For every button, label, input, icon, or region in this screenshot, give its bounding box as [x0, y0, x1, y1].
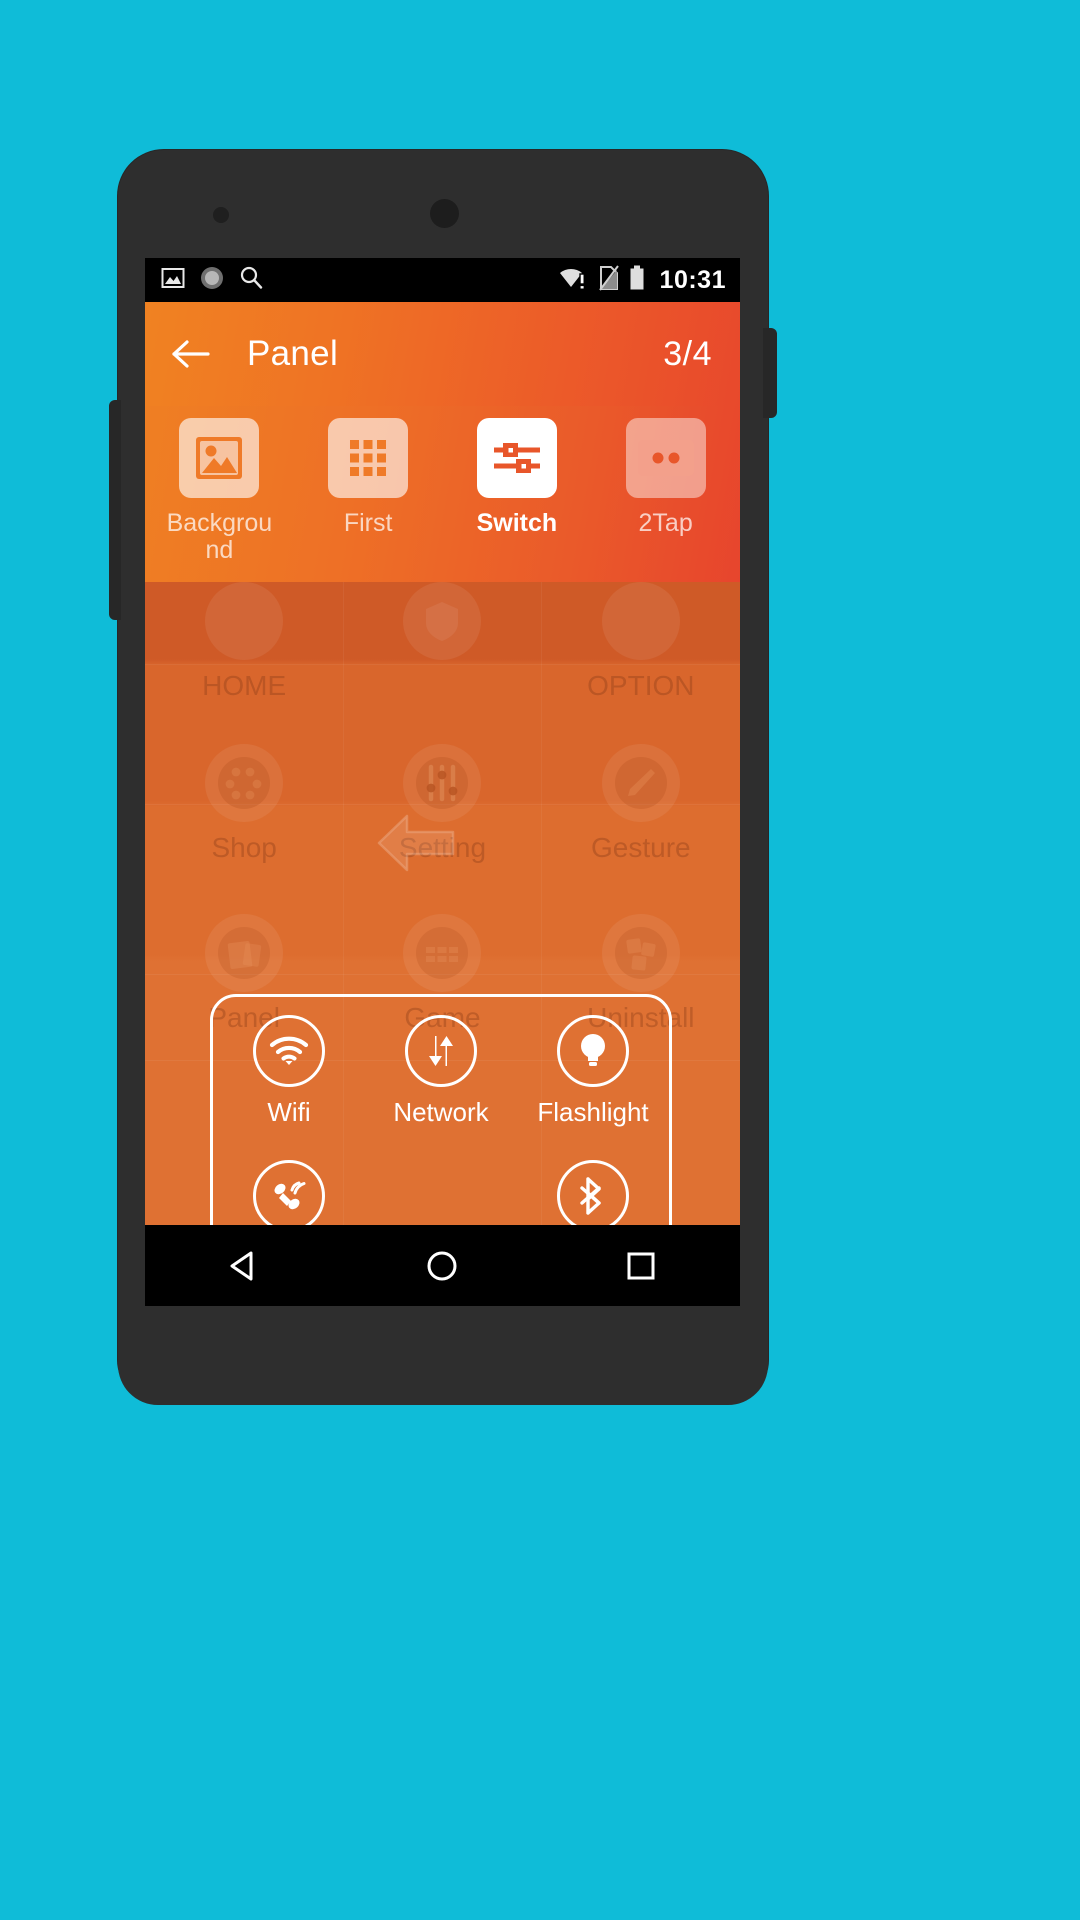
- back-arrow-icon[interactable]: [171, 337, 211, 371]
- bluetooth-icon: [557, 1159, 629, 1225]
- satellite-icon: [253, 1159, 325, 1225]
- switch-item-network[interactable]: Network: [365, 1007, 517, 1152]
- tab-first[interactable]: First: [294, 418, 443, 537]
- power-button[interactable]: [763, 328, 777, 418]
- proximity-sensor-icon: [213, 207, 229, 223]
- search-icon: [239, 265, 264, 295]
- cursor-arrow-icon: [377, 812, 455, 874]
- screenshot-root: 10:31 Panel 3/4 Background First Switch …: [0, 0, 1080, 1920]
- image-icon: [161, 266, 185, 295]
- ghost-cell: Shop: [145, 732, 343, 864]
- switch-item-wifi[interactable]: Wifi: [213, 1007, 365, 1152]
- brush-icon: [601, 744, 680, 822]
- tab-2tap[interactable]: 2Tap: [591, 418, 740, 537]
- circle-home-icon[interactable]: [410, 1240, 474, 1292]
- tab-switch[interactable]: Switch: [443, 418, 592, 537]
- two-tap-icon: [625, 418, 706, 498]
- phone-screen: 10:31 Panel 3/4 Background First Switch …: [145, 258, 740, 1306]
- blocks-icon: [601, 914, 680, 992]
- tab-label: Background: [166, 509, 273, 564]
- tab-label: 2Tap: [638, 509, 693, 537]
- keyboard-icon: [403, 914, 482, 992]
- tab-background[interactable]: Background: [145, 418, 294, 564]
- tab-label: First: [343, 509, 393, 537]
- status-bar-clock: 10:31: [659, 265, 726, 294]
- status-bar-left: [161, 265, 264, 296]
- switch-label: Network: [393, 1097, 489, 1127]
- page-indicator: 3/4: [663, 334, 712, 373]
- switch-item-flashlight[interactable]: Flashlight: [517, 1007, 669, 1152]
- switch-panel-overlay: Wifi Network Flashlight: [210, 994, 672, 1225]
- square-recents-icon[interactable]: [609, 1240, 673, 1292]
- bulb-icon: [557, 1015, 629, 1087]
- navigation-bar: [145, 1225, 740, 1306]
- triangle-back-icon[interactable]: [212, 1240, 276, 1292]
- content-area: HOME OPTION Shop Gesture Panel Game Unin…: [145, 582, 740, 1225]
- battery-icon: [629, 265, 645, 296]
- ghost-cell: [343, 582, 541, 670]
- sim-off-icon: [598, 264, 620, 296]
- page-title: Panel: [247, 334, 339, 373]
- ghost-cell: OPTION: [542, 582, 740, 702]
- ghost-label: Gesture: [591, 832, 691, 863]
- status-bar-right: 10:31: [559, 264, 726, 296]
- app-bar: Panel 3/4: [145, 302, 740, 406]
- option-icon: [601, 582, 680, 660]
- cards-icon: [205, 914, 284, 992]
- switch-label: Wifi: [267, 1097, 311, 1127]
- tab-label: Switch: [476, 509, 558, 537]
- record-icon: [199, 265, 225, 296]
- ghost-label: Shop: [211, 832, 277, 863]
- home-icon: [205, 582, 284, 660]
- equalizer-icon: [403, 744, 482, 822]
- status-bar: 10:31: [145, 258, 740, 302]
- ghost-label: HOME: [202, 670, 287, 701]
- sync-arrows-icon: [405, 1015, 477, 1087]
- wifi-alert-icon: [559, 265, 589, 295]
- front-camera-icon: [430, 199, 459, 228]
- switch-item-bluetooth[interactable]: Bluetooth: [517, 1152, 669, 1225]
- tab-bar: Background First Switch 2Tap: [145, 406, 740, 582]
- sliders-icon: [476, 418, 557, 498]
- volume-button[interactable]: [109, 400, 121, 620]
- grid-icon: [328, 418, 409, 498]
- switch-item-empty: [365, 1152, 517, 1225]
- switch-label: Flashlight: [537, 1097, 649, 1127]
- shield-icon: [403, 582, 482, 660]
- image-icon: [179, 418, 260, 498]
- wifi-icon: [253, 1015, 325, 1087]
- ghost-cell: Gesture: [542, 732, 740, 864]
- switch-item-gps[interactable]: Gps: [213, 1152, 365, 1225]
- palette-icon: [205, 744, 284, 822]
- ghost-label: OPTION: [587, 670, 695, 701]
- ghost-cell: HOME: [145, 582, 343, 702]
